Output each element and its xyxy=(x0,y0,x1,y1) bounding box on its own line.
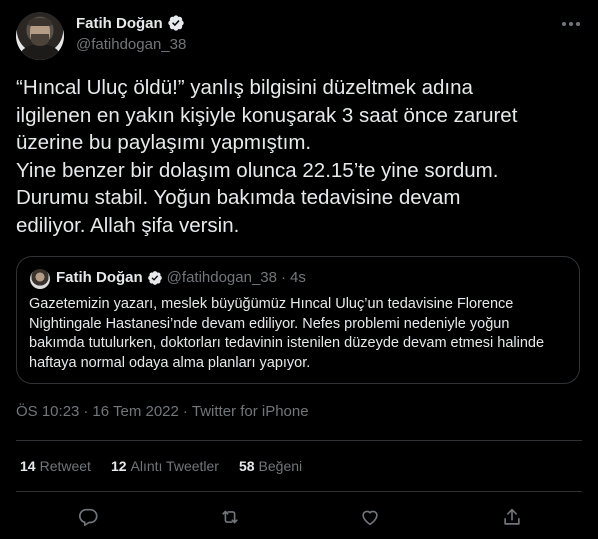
retweets-label: Retweet xyxy=(39,458,91,474)
quoted-tweet[interactable]: Fatih Doğan @fatihdogan_38 · 4s Gazetemi… xyxy=(16,256,580,384)
tweet-metadata: ÖS 10:23 · 16 Tem 2022 · Twitter for iPh… xyxy=(16,403,309,420)
more-options-icon[interactable] xyxy=(560,14,582,34)
meta-separator: · xyxy=(182,403,188,420)
tweet: Fatih Doğan @fatihdogan_38 “Hıncal Uluç … xyxy=(0,0,598,539)
tweet-time[interactable]: ÖS 10:23 xyxy=(16,403,79,420)
engagement-stats: 14 Retweet 12 Alıntı Tweetler 58 Beğeni xyxy=(20,458,302,474)
quoted-tweet-text: Gazetemizin yazarı, meslek büyüğümüz Hın… xyxy=(29,296,545,371)
share-icon[interactable] xyxy=(499,504,525,530)
quote-tweets-stat[interactable]: 12 Alıntı Tweetler xyxy=(111,458,219,474)
meta-separator: · xyxy=(83,403,89,420)
verified-badge-icon xyxy=(147,270,163,286)
like-icon[interactable] xyxy=(357,504,383,530)
quoted-author-name: Fatih Doğan xyxy=(56,269,143,286)
verified-badge-icon xyxy=(167,14,185,32)
likes-stat[interactable]: 58 Beğeni xyxy=(239,458,302,474)
likes-count: 58 xyxy=(238,458,255,474)
author-name-row[interactable]: Fatih Doğan xyxy=(76,14,185,32)
quote-tweets-label: Alıntı Tweetler xyxy=(130,458,219,474)
quote-tweets-count: 12 xyxy=(110,458,127,474)
likes-label: Beğeni xyxy=(258,458,303,474)
tweet-source[interactable]: Twitter for iPhone xyxy=(192,403,309,420)
quoted-author-handle: @fatihdogan_38 xyxy=(166,269,277,286)
quoted-separator: · xyxy=(281,269,286,286)
reply-icon[interactable] xyxy=(75,504,101,530)
retweets-count: 14 xyxy=(20,458,36,474)
author-handle[interactable]: @fatihdogan_38 xyxy=(76,36,186,53)
author-name[interactable]: Fatih Doğan xyxy=(76,15,163,32)
quoted-timestamp: 4s xyxy=(290,269,306,286)
quoted-tweet-header: Fatih Doğan @fatihdogan_38 · 4s xyxy=(56,269,306,286)
tweet-date[interactable]: 16 Tem 2022 xyxy=(92,403,178,420)
divider xyxy=(16,440,582,441)
retweets-stat[interactable]: 14 Retweet xyxy=(20,458,91,474)
retweet-icon[interactable] xyxy=(217,504,243,530)
quoted-author-avatar xyxy=(30,269,50,289)
divider xyxy=(16,491,582,492)
action-bar xyxy=(0,500,598,534)
tweet-text: “Hıncal Uluç öldü!” yanlış bilgisini düz… xyxy=(16,76,518,237)
author-avatar[interactable] xyxy=(16,12,64,60)
